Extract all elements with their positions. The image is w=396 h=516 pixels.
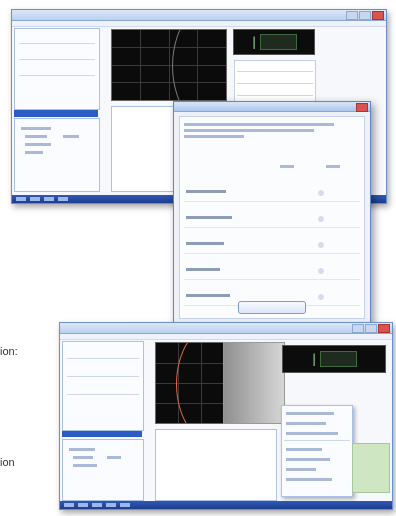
- close-icon-bottom[interactable]: [378, 324, 390, 333]
- dialog-action-button[interactable]: [238, 301, 306, 314]
- sidebar-panel-upper: [14, 28, 100, 110]
- sidebar-tab-strip[interactable]: [14, 110, 98, 117]
- app-window-bottom: |: [59, 322, 393, 510]
- digital-readout-display: |: [233, 29, 315, 55]
- status-panel: [352, 443, 390, 493]
- window-titlebar-bottom: [60, 323, 392, 334]
- oscilloscope-view[interactable]: [111, 29, 227, 101]
- dialog-row-1[interactable]: [184, 187, 360, 202]
- minimize-icon[interactable]: [346, 11, 358, 20]
- page-text-fragment-bottom: ion: [0, 457, 15, 469]
- maximize-icon[interactable]: [359, 11, 371, 20]
- window-titlebar: [12, 10, 386, 21]
- oscilloscope-view-bottom[interactable]: [155, 342, 225, 424]
- dialog-titlebar: [174, 102, 370, 112]
- dialog-content: [179, 116, 365, 319]
- camera-image-view: [223, 342, 285, 424]
- context-menu: [281, 405, 353, 497]
- page-text-fragment-top: ion:: [0, 346, 18, 358]
- sidebar-panel-upper-bottom: [62, 341, 144, 431]
- close-icon[interactable]: [372, 11, 384, 20]
- settings-dialog: [173, 101, 371, 325]
- menu-bar: [12, 21, 386, 27]
- maximize-icon-bottom[interactable]: [365, 324, 377, 333]
- taskbar-bottom: [60, 501, 392, 509]
- dialog-row-2[interactable]: [184, 213, 360, 228]
- menu-bar-bottom: [60, 334, 392, 340]
- dialog-row-4[interactable]: [184, 265, 360, 280]
- sidebar-tree-panel-bottom: [62, 439, 144, 501]
- minimize-icon-bottom[interactable]: [352, 324, 364, 333]
- readout-value: |: [250, 35, 260, 49]
- log-panel-bottom: [155, 429, 277, 501]
- sidebar-tree-panel: [14, 118, 100, 192]
- digital-readout-display-bottom: |: [282, 345, 386, 373]
- dialog-close-icon[interactable]: [356, 103, 368, 112]
- sidebar-tab-strip-bottom[interactable]: [62, 431, 142, 437]
- readout-value-bottom: |: [310, 352, 320, 366]
- dialog-row-3[interactable]: [184, 239, 360, 254]
